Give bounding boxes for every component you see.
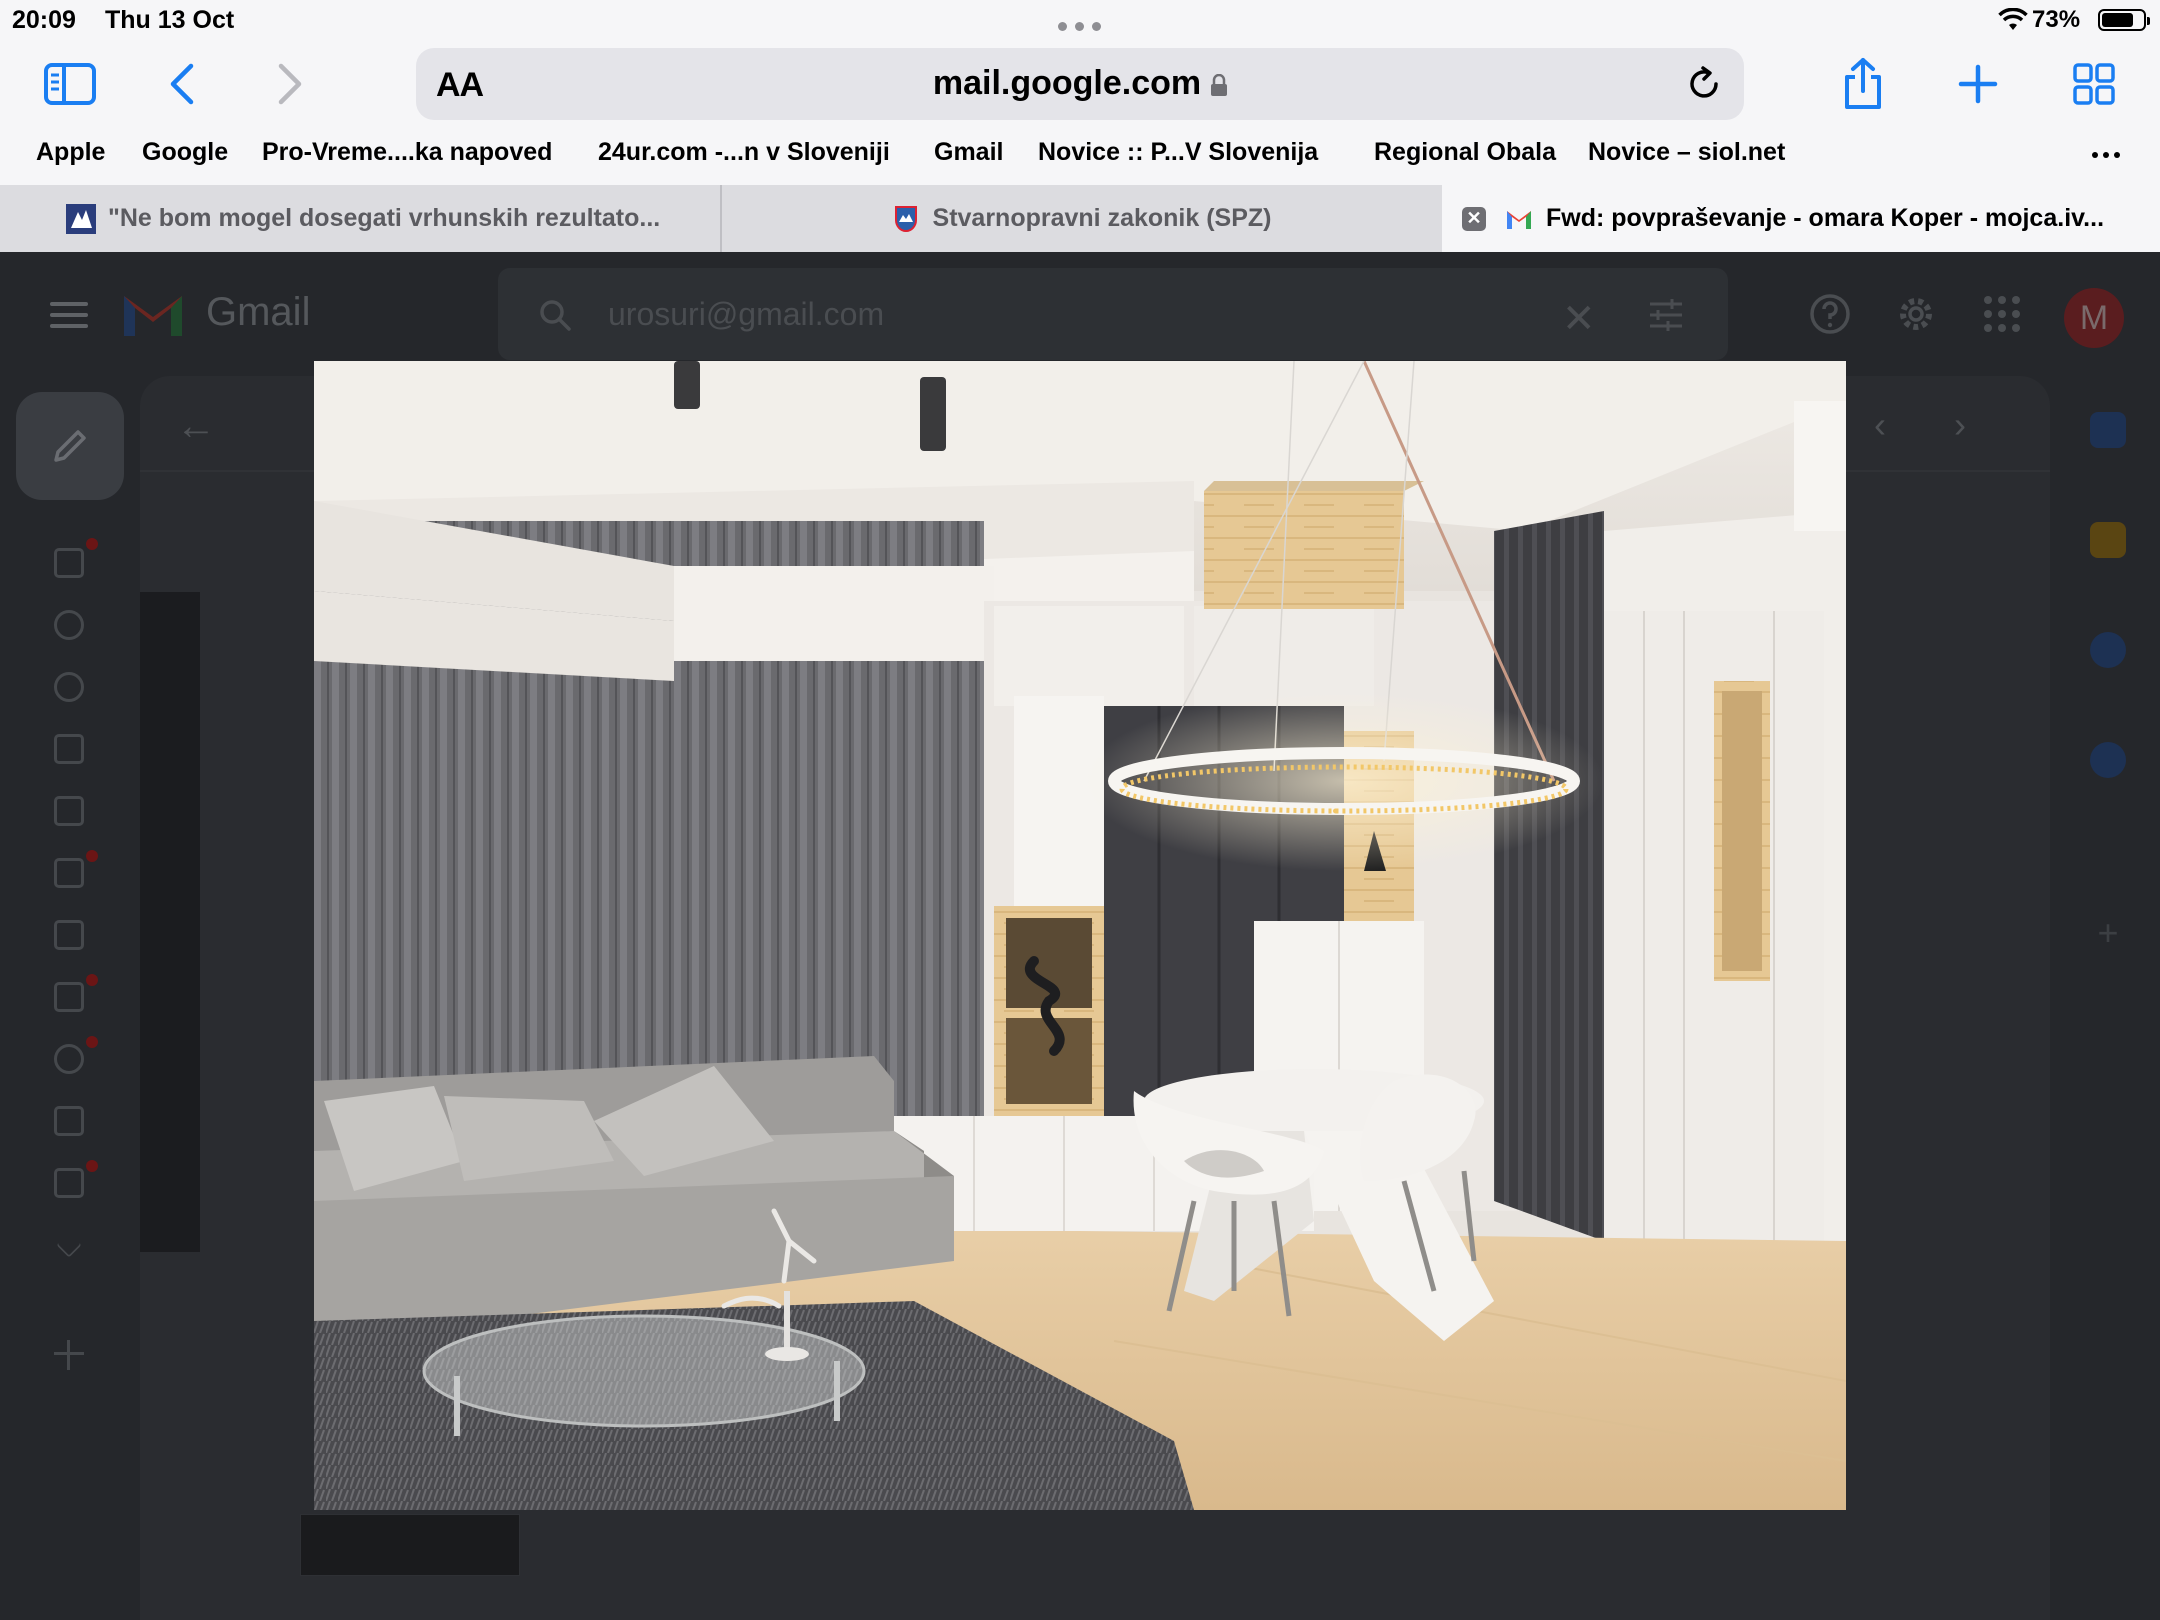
favorite-link[interactable]: Novice :: P...V Slovenija xyxy=(1038,138,1318,167)
tab-overview-button[interactable] xyxy=(2070,60,2118,108)
label-icon[interactable] xyxy=(54,920,84,950)
slovenia-crest-icon xyxy=(894,205,917,232)
apps-grid-icon[interactable] xyxy=(1980,292,2024,336)
unread-dot xyxy=(86,974,98,986)
tab-article[interactable]: "Ne bom mogel dosegati vrhunskih rezulta… xyxy=(0,185,720,252)
email-attachment-thumbnail xyxy=(300,1514,520,1576)
tab-title: Fwd: povpraševanje - omara Koper - mojca… xyxy=(1546,204,2105,232)
forums-icon[interactable] xyxy=(54,1106,84,1136)
compose-button[interactable] xyxy=(16,392,124,500)
new-tab-button[interactable] xyxy=(1954,60,2002,108)
inbox-icon[interactable] xyxy=(54,548,84,578)
unread-dot xyxy=(86,1036,98,1048)
starred-icon[interactable] xyxy=(54,610,84,640)
safari-chrome: 20:09 Thu 13 Oct 73% AA mail.google.com xyxy=(0,0,2160,252)
tab-title: Stvarnopravni zakonik (SPZ) xyxy=(932,204,1272,232)
next-message-icon[interactable]: › xyxy=(1954,404,1966,446)
share-button[interactable] xyxy=(1838,56,1888,112)
add-label-icon[interactable] xyxy=(54,1340,84,1370)
favorite-link[interactable]: Gmail xyxy=(934,138,1003,167)
favorite-link[interactable]: Novice – siol.net xyxy=(1588,138,1785,167)
important-icon[interactable] xyxy=(54,734,84,764)
gmail-logo-icon xyxy=(124,296,182,336)
favorite-link[interactable]: Apple xyxy=(36,138,105,167)
promotions-icon[interactable] xyxy=(54,1168,84,1198)
living-room-render xyxy=(314,361,1846,1510)
gmail-wordmark: Gmail xyxy=(206,290,311,334)
unread-dot xyxy=(86,538,98,550)
keep-app-icon[interactable] xyxy=(2090,522,2126,558)
back-arrow-icon[interactable]: ← xyxy=(176,404,216,449)
tab-title: "Ne bom mogel dosegati vrhunskih rezulta… xyxy=(108,204,661,232)
grid-icon xyxy=(2073,63,2115,105)
close-tab-icon[interactable]: ✕ xyxy=(1462,206,1486,231)
forward-button[interactable] xyxy=(268,60,312,108)
reload-icon[interactable] xyxy=(1686,66,1722,102)
back-button[interactable] xyxy=(160,60,204,108)
multitasking-dots-icon[interactable] xyxy=(1058,22,1102,32)
account-avatar[interactable]: M xyxy=(2064,288,2124,348)
search-icon xyxy=(540,300,571,331)
battery-percent: 73% xyxy=(2032,6,2081,33)
unread-dot xyxy=(86,850,98,862)
add-addon-icon[interactable]: + xyxy=(2090,912,2126,953)
previous-message-icon[interactable]: ‹ xyxy=(1874,404,1886,446)
tasks-app-icon[interactable] xyxy=(2090,632,2126,668)
main-menu-icon[interactable] xyxy=(50,302,88,328)
lock-icon xyxy=(1211,74,1228,96)
tab-gmail[interactable]: ✕ Fwd: povpraševanje - omara Koper - moj… xyxy=(1442,185,2160,252)
pencil-icon xyxy=(54,430,86,462)
mail-search-box[interactable]: urosuri@gmail.com ✕ xyxy=(498,268,1728,360)
calendar-app-icon[interactable] xyxy=(2090,412,2126,448)
settings-gear-icon[interactable] xyxy=(1894,292,1938,336)
favorites-more-icon[interactable] xyxy=(2092,152,2122,160)
status-time: 20:09 xyxy=(12,6,76,34)
status-date: Thu 13 Oct xyxy=(105,6,235,34)
search-options-icon[interactable] xyxy=(1648,298,1684,332)
contacts-app-icon[interactable] xyxy=(2090,742,2126,778)
status-bar: 20:09 Thu 13 Oct 73% xyxy=(0,0,2160,42)
social-icon[interactable] xyxy=(54,982,84,1012)
interior-render-image[interactable] xyxy=(314,361,1846,1510)
favorites-bar: Apple Google Pro-Vreme....ka napoved 24u… xyxy=(0,136,2160,176)
battery-icon xyxy=(2098,9,2150,31)
sent-icon[interactable] xyxy=(54,796,84,826)
address-bar[interactable]: AA mail.google.com xyxy=(416,48,1744,120)
chevron-left-icon xyxy=(170,63,194,105)
unread-dot xyxy=(86,1160,98,1172)
favorite-link[interactable]: Pro-Vreme....ka napoved xyxy=(262,138,552,167)
sidebar-toggle-icon[interactable] xyxy=(40,60,100,108)
tab-law[interactable]: Stvarnopravni zakonik (SPZ) xyxy=(722,185,1440,252)
gmail-icon xyxy=(1507,210,1531,229)
search-query-text: urosuri@gmail.com xyxy=(608,296,885,332)
help-icon[interactable] xyxy=(1808,292,1852,336)
tab-strip: "Ne bom mogel dosegati vrhunskih rezulta… xyxy=(0,185,2160,252)
favorite-link[interactable]: 24ur.com -...n v Sloveniji xyxy=(598,138,890,167)
favorite-link[interactable]: Regional Obala xyxy=(1374,138,1556,167)
more-chevron-icon[interactable] xyxy=(56,1232,82,1258)
url-text: mail.google.com xyxy=(932,64,1202,102)
wifi-icon xyxy=(1998,8,2028,30)
email-body-fragment xyxy=(140,592,200,1252)
share-icon xyxy=(1845,58,1881,109)
clear-search-icon[interactable]: ✕ xyxy=(1562,296,1596,342)
site-favicon-icon xyxy=(66,203,96,234)
snoozed-icon[interactable] xyxy=(54,672,84,702)
favorite-link[interactable]: Google xyxy=(142,138,228,167)
drafts-icon[interactable] xyxy=(54,858,84,888)
plus-icon xyxy=(1958,64,1998,104)
url-display[interactable]: mail.google.com xyxy=(416,64,1744,103)
chevron-right-icon xyxy=(278,63,302,105)
updates-icon[interactable] xyxy=(54,1044,84,1074)
